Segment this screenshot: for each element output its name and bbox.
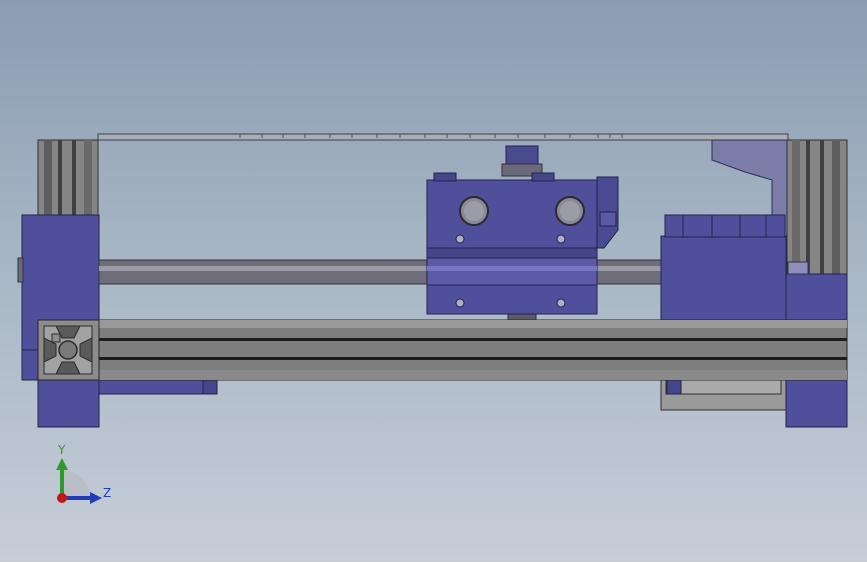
- aluminum-extrusion-rail: [37, 319, 848, 381]
- triad-quadrant: [62, 470, 90, 498]
- x-axis-dot: [57, 493, 67, 503]
- z-axis-label: Z: [103, 486, 112, 500]
- carriage-block: [426, 172, 619, 315]
- left-vertical-extrusion: [37, 139, 99, 221]
- cad-model-view: [17, 133, 848, 504]
- y-axis-label: Y: [58, 443, 66, 457]
- cad-viewport[interactable]: Y Z: [0, 0, 867, 562]
- right-vertical-extrusion: [786, 139, 848, 279]
- coordinate-triad: [56, 458, 102, 504]
